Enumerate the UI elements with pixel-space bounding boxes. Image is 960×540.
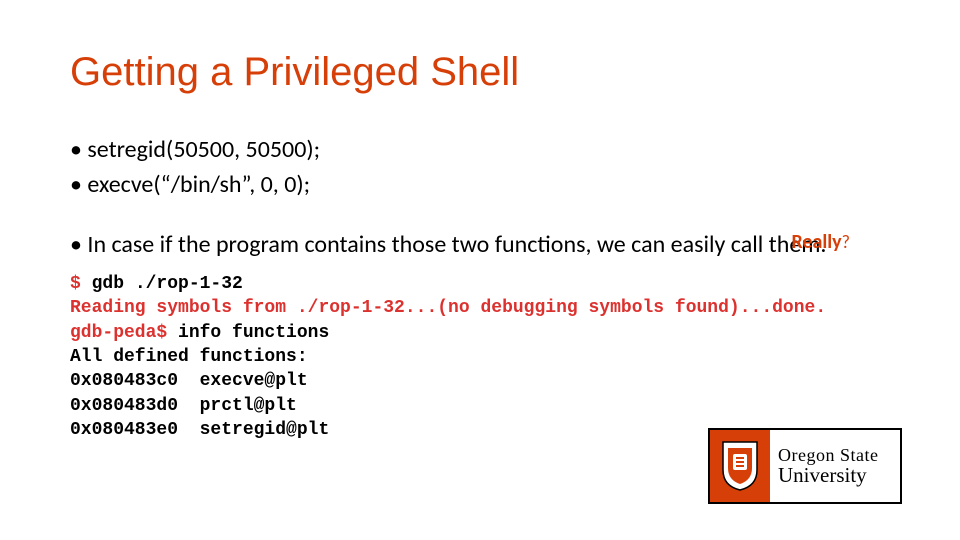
func-prctl-line: 0x080483d0 prctl@plt [70,396,297,416]
defined-functions-line: All defined functions: [70,347,308,367]
osu-logo-text: Oregon State University [770,430,900,502]
code-bullet-1: setregid(50500, 50500); [70,135,890,164]
func-setregid-line: 0x080483e0 setregid@plt [70,420,329,440]
annotation-really: Really? [791,230,850,254]
osu-shield-icon [710,430,770,502]
osu-logo-line1: Oregon State [778,446,900,465]
osu-logo: Oregon State University [708,428,902,504]
body-bullet: In case if the program contains those tw… [70,229,890,260]
code-bullet-2: execve(“/bin/sh”, 0, 0); [70,170,890,199]
prompt-peda: gdb-peda$ [70,323,167,343]
osu-logo-line2: University [778,464,900,486]
gdb-command: gdb ./rop-1-32 [81,274,243,294]
slide: Getting a Privileged Shell setregid(5050… [0,0,960,442]
annotation-suffix: ? [842,231,850,253]
reading-symbols-line: Reading symbols from ./rop-1-32...(no de… [70,298,826,318]
prompt-dollar: $ [70,274,81,294]
func-execve-line: 0x080483c0 execve@plt [70,371,308,391]
terminal-output: $ gdb ./rop-1-32 Reading symbols from ./… [70,272,890,442]
annotation-text: Really [791,230,841,254]
slide-title: Getting a Privileged Shell [70,50,890,95]
info-functions-cmd: info functions [167,323,329,343]
